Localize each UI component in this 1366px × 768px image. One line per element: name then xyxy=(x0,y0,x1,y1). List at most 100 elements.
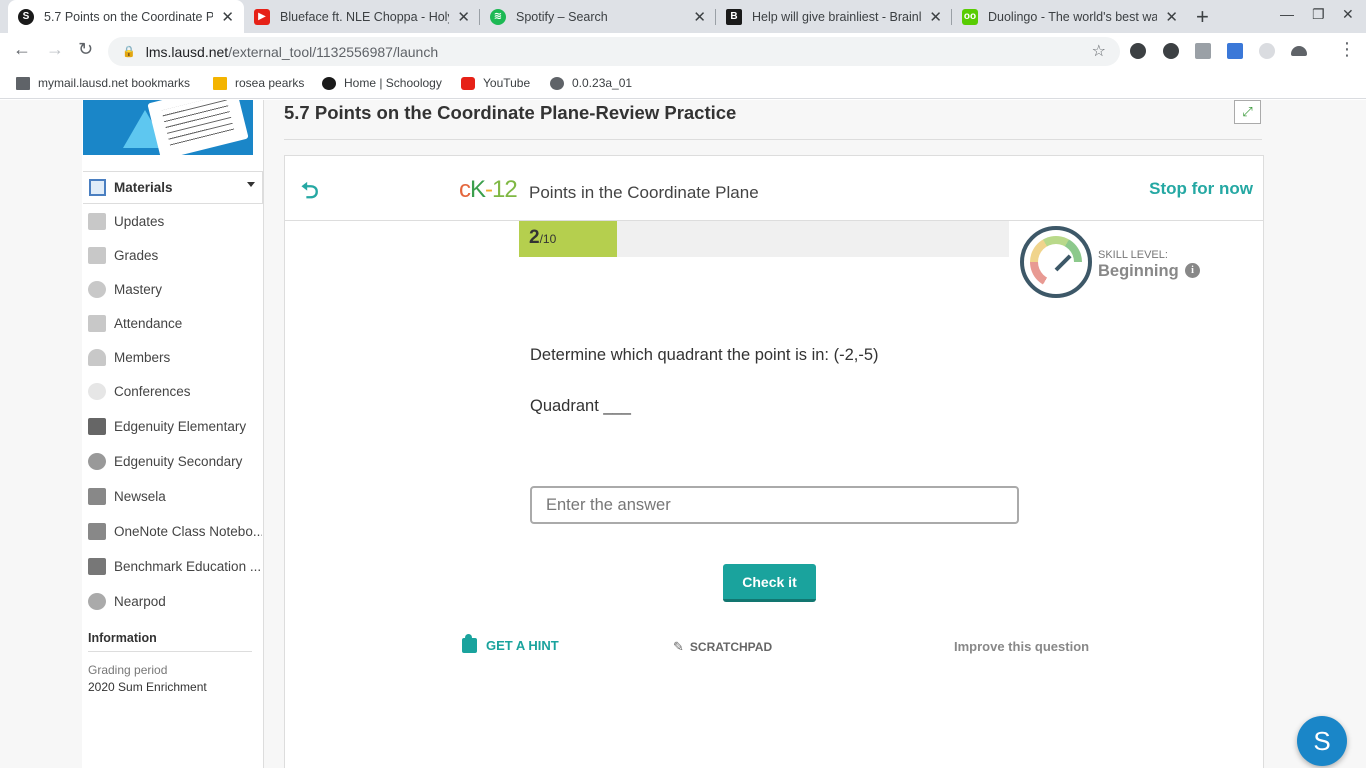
ck12-logo: cK-12 xyxy=(459,176,518,204)
sidebar-item-nearpod[interactable]: Nearpod xyxy=(88,593,262,610)
sidebar-item-label: Conferences xyxy=(114,384,191,399)
sidebar-item-edgenuity-elementary[interactable]: Edgenuity Elementary xyxy=(88,418,262,435)
schoology-icon: S xyxy=(18,8,34,25)
conferences-icon xyxy=(88,383,106,400)
folder-icon xyxy=(16,76,30,90)
bookmark-youtube[interactable]: YouTube xyxy=(461,76,530,90)
minimize-icon[interactable]: — xyxy=(1280,6,1294,22)
tab-youtube[interactable]: ▶ Blueface ft. NLE Choppa - Holy M ✕ xyxy=(244,0,480,33)
sidebar-item-benchmark[interactable]: Benchmark Education ... xyxy=(88,558,262,575)
extension-g-icon[interactable] xyxy=(1195,43,1211,59)
mastery-icon xyxy=(88,281,106,298)
progress-count: 2/10 xyxy=(529,227,556,249)
sidebar-item-mastery[interactable]: Mastery xyxy=(88,281,262,298)
sidebar-item-attendance[interactable]: Attendance xyxy=(88,315,262,332)
menu-kebab-icon[interactable]: ⋮ xyxy=(1338,39,1356,60)
sidebar-item-label: Updates xyxy=(114,214,165,229)
sidebar-item-newsela[interactable]: Newsela xyxy=(88,488,262,505)
sidebar-item-label: Edgenuity Secondary xyxy=(114,454,243,469)
bookmark-mymail[interactable]: mymail.lausd.net bookmarks xyxy=(16,76,190,90)
back-return-icon[interactable]: ⮌ xyxy=(301,174,319,212)
sidebar-item-label: Edgenuity Elementary xyxy=(114,419,247,434)
improve-question-link[interactable]: Improve this question xyxy=(954,639,1089,654)
tab-title: Spotify – Search xyxy=(516,9,608,24)
scratchpad-button[interactable]: ✎ SCRATCHPAD xyxy=(673,639,772,655)
brainly-icon: B xyxy=(726,8,742,25)
sidebar-item-updates[interactable]: Updates xyxy=(88,213,262,230)
answer-input[interactable] xyxy=(530,486,1019,524)
tab-duolingo[interactable]: oo Duolingo - The world's best way ✕ xyxy=(952,0,1188,33)
onenote-icon xyxy=(88,523,106,540)
puzzle-icon xyxy=(462,634,477,653)
grading-period-label: Grading period xyxy=(88,663,168,677)
bookmark-label: Home | Schoology xyxy=(344,76,442,90)
bookmark-star-icon[interactable]: ☆ xyxy=(1092,41,1106,61)
restore-icon[interactable]: ❐ xyxy=(1312,6,1325,23)
extension-helmet-icon[interactable] xyxy=(1291,46,1307,56)
bookmarks-bar: mymail.lausd.net bookmarks rosea pearks … xyxy=(0,71,1366,99)
reload-icon[interactable]: ↻ xyxy=(78,39,93,60)
sidebar-item-conferences[interactable]: Conferences xyxy=(88,383,262,400)
url-host: lms.lausd.net xyxy=(145,43,229,60)
course-banner-image xyxy=(83,100,253,155)
question-text: Determine which quadrant the point is in… xyxy=(530,346,879,364)
ck12-practice-frame: ⮌ cK-12 Points in the Coordinate Plane S… xyxy=(284,155,1264,768)
close-icon[interactable]: ✕ xyxy=(221,8,234,26)
spotify-icon: ≋ xyxy=(490,8,506,25)
extension-shield-icon[interactable] xyxy=(1130,43,1146,59)
back-arrow-icon[interactable]: ← xyxy=(13,39,31,60)
tab-spotify[interactable]: ≋ Spotify – Search ✕ xyxy=(480,0,716,33)
sidebar-item-label: Nearpod xyxy=(114,594,166,609)
sidebar-item-grades[interactable]: Grades xyxy=(88,247,262,264)
progress-total: /10 xyxy=(539,232,557,246)
bookmark-label: 0.0.23a_01 xyxy=(572,76,633,90)
sidebar-item-materials[interactable]: Materials xyxy=(83,171,263,204)
address-bar[interactable]: 🔒 lms.lausd.net/external_tool/1132556987… xyxy=(108,37,1120,66)
members-icon xyxy=(88,349,106,366)
tab-schoology[interactable]: S 5.7 Points on the Coordinate Pl ✕ xyxy=(8,0,244,33)
stop-for-now-button[interactable]: Stop for now xyxy=(1149,179,1253,199)
get-a-hint-button[interactable]: GET A HINT xyxy=(462,634,559,653)
new-tab-button[interactable]: + xyxy=(1196,4,1209,30)
answer-prompt: Quadrant ___ xyxy=(530,397,631,415)
progress-bar: 2/10 xyxy=(519,221,1009,257)
extension-box-icon[interactable] xyxy=(1227,43,1243,59)
skill-level-label: SKILL LEVEL: xyxy=(1098,249,1168,261)
fullscreen-expand-icon[interactable]: ⤢ xyxy=(1234,100,1261,124)
grading-period-value: 2020 Sum Enrichment xyxy=(88,680,207,694)
extension-cursor-icon[interactable] xyxy=(1259,43,1275,59)
progress-current: 2 xyxy=(529,227,540,248)
close-icon[interactable]: ✕ xyxy=(929,8,942,26)
page-title: 5.7 Points on the Coordinate Plane-Revie… xyxy=(284,102,737,123)
sidebar-item-label: Grades xyxy=(114,248,159,263)
bookmark-version[interactable]: 0.0.23a_01 xyxy=(550,76,632,90)
sidebar-item-onenote[interactable]: OneNote Class Notebo... xyxy=(88,523,262,540)
materials-icon xyxy=(89,179,106,196)
extension-shield-icon[interactable] xyxy=(1163,43,1179,59)
info-icon[interactable]: i xyxy=(1185,263,1200,278)
youtube-icon xyxy=(461,76,475,90)
window-close-icon[interactable]: ✕ xyxy=(1342,6,1354,23)
bookmark-schoology[interactable]: Home | Schoology xyxy=(322,76,442,90)
folder-icon xyxy=(213,76,227,90)
logo-dash: - xyxy=(485,176,493,203)
check-it-button[interactable]: Check it xyxy=(723,564,816,602)
forward-arrow-icon[interactable]: → xyxy=(46,39,64,60)
bookmark-label: mymail.lausd.net bookmarks xyxy=(38,76,191,90)
sidebar-item-label: OneNote Class Notebo... xyxy=(114,524,262,539)
sidebar-item-edgenuity-secondary[interactable]: Edgenuity Secondary xyxy=(88,453,262,470)
nearpod-icon xyxy=(88,593,106,610)
bookmark-label: YouTube xyxy=(483,76,531,90)
bookmark-rosea[interactable]: rosea pearks xyxy=(213,76,304,90)
sidebar-item-label: Materials xyxy=(114,180,173,195)
close-icon[interactable]: ✕ xyxy=(1165,8,1178,26)
updates-icon xyxy=(88,213,106,230)
schoology-chat-icon[interactable]: S xyxy=(1297,716,1347,766)
close-icon[interactable]: ✕ xyxy=(457,8,470,26)
sidebar-item-members[interactable]: Members xyxy=(88,349,262,366)
url-path: /external_tool/1132556987/launch xyxy=(228,43,439,60)
globe-icon xyxy=(550,76,564,90)
edgenuity-icon xyxy=(88,453,106,470)
close-icon[interactable]: ✕ xyxy=(693,8,706,26)
tab-brainly[interactable]: B Help will give brainliest - Brainly ✕ xyxy=(716,0,952,33)
